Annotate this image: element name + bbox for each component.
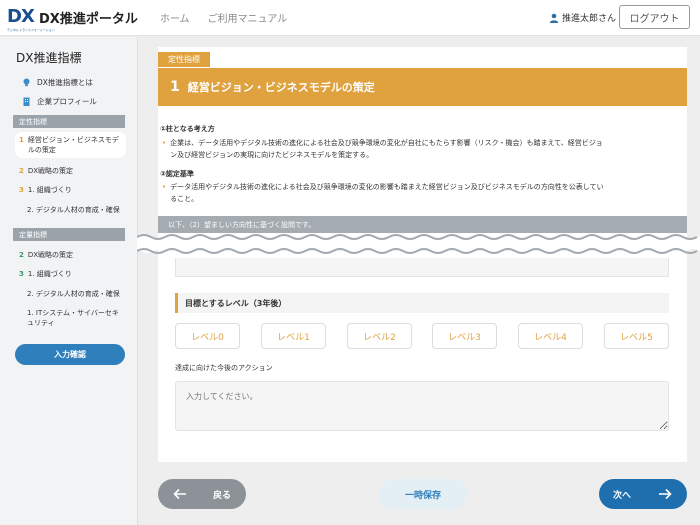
sidebar-item-label: 経営ビジョン・ビジネスモデ ルの策定 [28,135,119,155]
sidebar-item-about[interactable]: DX推進指標とは [22,77,93,88]
next-button-label: 次へ [613,491,632,501]
level-2-button[interactable]: レベル2 [347,323,412,349]
basic-concept-heading: ①柱となる考え方 [160,125,215,133]
sidebar-item-label: DX戦略の策定 [27,251,74,259]
sidebar-item-organization-quant[interactable]: 3 1. 組織づくり [19,269,72,279]
building-icon [23,97,30,106]
content-cut-divider [137,234,700,254]
certification-text: • データ活用やデジタル技術の進化による社会及び競争環境の変化の影響も踏まえた経… [162,181,684,205]
basic-concept-text: • 企業は、データ活用やデジタル技術の進化による社会及び競争環境の変化が自社にも… [162,137,684,161]
label-line-2: ュリティ [27,319,55,327]
sidebar-item-label: 1. 組織づくり [27,186,72,194]
arrow-right-icon [659,488,672,500]
sidebar-item-strategy[interactable]: 2 DX戦略の策定 [19,166,73,176]
logo-sub-text: デジタルトランスフォーメーション [7,27,55,32]
logo-mark-text: DX [7,5,35,27]
top-header: DX デジタルトランスフォーメーション DX推進ポータル ホーム ご利用マニュア… [0,0,700,36]
text-line-2: ること。 [170,195,199,203]
sidebar-item-it-system[interactable]: 1. ITシステム・サイバーセキ ュリティ [27,308,119,328]
user-name: 推進太郎さん [562,14,617,24]
sidebar-item-talent[interactable]: 2. デジタル人材の育成・確保 [27,205,120,215]
item-number: 2 [19,251,24,259]
sidebar-item-organization[interactable]: 3 1. 組織づくり [19,185,72,195]
previous-input-box[interactable] [175,258,669,277]
level-4-button[interactable]: レベル4 [518,323,583,349]
bullet-dot-icon: • [162,183,167,191]
main-nav: ホーム ご利用マニュアル [160,10,287,25]
sidebar-item-profile[interactable]: 企業プロフィール [22,96,97,107]
item-number: 3 [19,270,24,278]
label-line-2: ルの策定 [27,146,56,154]
temporary-save-button[interactable]: 一時保存 [379,479,467,509]
item-number: 2 [19,167,24,175]
sidebar-item-label: 企業プロフィール [37,97,97,106]
sidebar-item-label: DX推進指標とは [37,78,93,87]
label-line-1: 1. ITシステム・サイバーセキ [27,309,119,317]
text-line-2: ン及び経営ビジョンの実現に向けたビジネスモデルを策定する。 [170,151,374,159]
certification-heading: ②認定基準 [160,170,194,178]
back-button[interactable]: 戻る [158,479,246,509]
question-section-bar: 以下、（2）望ましい方向性に基づく設問です。 [158,216,687,233]
action-textarea[interactable] [175,381,669,431]
text-line-1: データ活用やデジタル技術の進化による社会及び競争環境の変化の影響も踏まえた経営ビ… [170,183,604,191]
indicator-banner: 1 経営ビジョン・ビジネスモデルの策定 [158,68,687,106]
sidebar-item-label: 1. 組織づくり [27,270,72,278]
item-number: 1 [19,136,24,144]
indicator-title: 経営ビジョン・ビジネスモデルの策定 [187,81,375,94]
sidebar: DX推進指標 DX推進指標とは 企業プロフィール 定性指標 1 経営ビジョン・ビ… [0,37,138,525]
level-0-button[interactable]: レベル0 [175,323,240,349]
bullet-text: データ活用やデジタル技術の進化による社会及び競争環境の変化の影響も踏まえた経営ビ… [170,181,603,205]
item-number: 3 [19,186,24,194]
site-logo[interactable]: DX デジタルトランスフォーメーション DX推進ポータル [7,5,138,32]
next-button[interactable]: 次へ [599,479,687,509]
label-line-1: 経営ビジョン・ビジネスモデ [27,136,119,144]
level-3-button[interactable]: レベル3 [432,323,497,349]
sidebar-title: DX推進指標 [16,51,82,65]
nav-manual-link[interactable]: ご利用マニュアル [208,10,288,25]
level-5-button[interactable]: レベル5 [604,323,669,349]
user-info: 推進太郎さん [549,11,616,24]
text-line-1: 企業は、データ活用やデジタル技術の進化による社会及び競争環境の変化が自社にもたら… [170,139,603,147]
input-confirm-button[interactable]: 入力確認 [15,344,125,365]
back-button-label: 戻る [213,491,232,501]
logout-button[interactable]: ログアウト [619,5,690,29]
sidebar-item-vision[interactable]: 1 経営ビジョン・ビジネスモデ ルの策定 [15,132,126,158]
bullet-dot-icon: • [162,139,167,147]
bullet-text: 企業は、データ活用やデジタル技術の進化による社会及び競争環境の変化が自社にもたら… [170,137,603,161]
sidebar-item-strategy-quant[interactable]: 2 DX戦略の策定 [19,250,73,260]
arrow-left-icon [173,488,186,500]
indicator-number: 1 [170,79,180,95]
quantitative-section-header: 定量指標 [13,228,125,241]
qualitative-section-header: 定性指標 [13,115,125,128]
sidebar-item-label: DX戦略の策定 [27,167,74,175]
target-level-heading: 目標とするレベル（3年後） [175,293,669,313]
nav-home-link[interactable]: ホーム [160,10,190,25]
sidebar-item-talent-quant[interactable]: 2. デジタル人材の育成・確保 [27,289,120,299]
dx-logo-mark: DX デジタルトランスフォーメーション [7,5,55,32]
qualitative-badge: 定性指標 [158,52,210,67]
action-label: 達成に向けた今後のアクション [175,364,273,372]
level-1-button[interactable]: レベル1 [261,323,326,349]
app-title: DX推進ポータル [39,12,138,27]
user-icon [549,13,559,23]
lightbulb-icon [23,78,30,87]
